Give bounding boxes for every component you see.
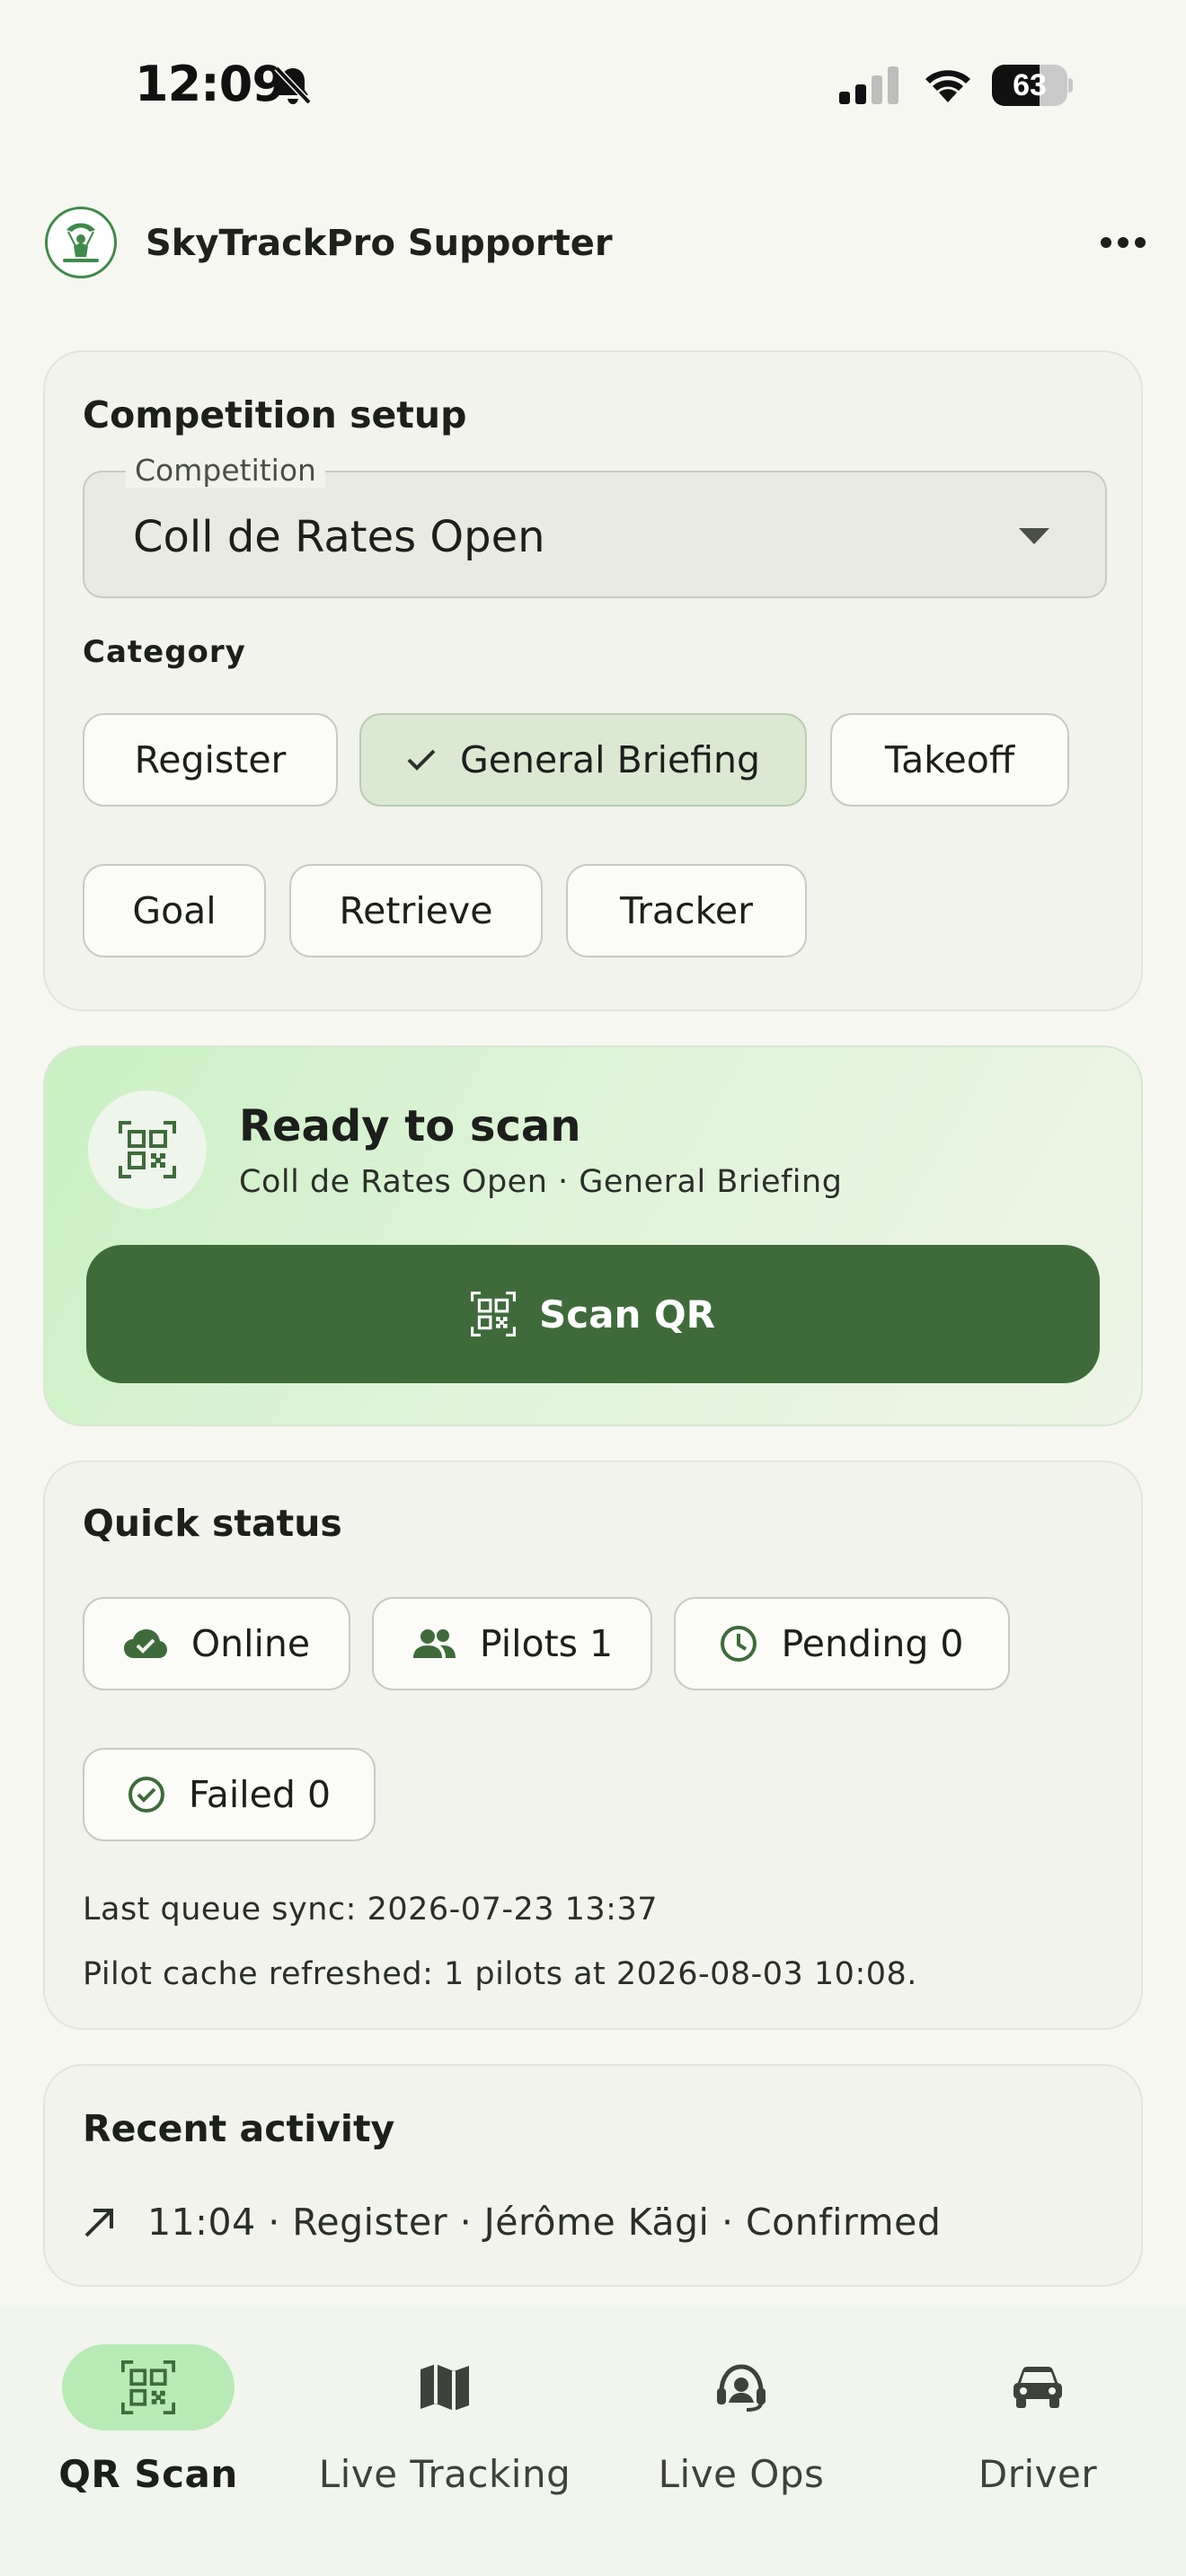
recent-activity-title: Recent activity bbox=[83, 2107, 395, 2150]
pilot-cache-refreshed: Pilot cache refreshed: 1 pilots at 2026-… bbox=[83, 1956, 917, 1992]
status-bar: 12:09 63 bbox=[0, 0, 1186, 171]
chip-label: Register bbox=[134, 738, 287, 781]
competition-selected-value: Coll de Rates Open bbox=[133, 512, 545, 562]
activity-text: 11:04 · Register · Jérôme Kägi · Confirm… bbox=[147, 2201, 942, 2244]
car-icon bbox=[1013, 2367, 1062, 2408]
category-chip-retrieve[interactable]: Retrieve bbox=[289, 864, 543, 957]
category-chip-takeoff[interactable]: Takeoff bbox=[830, 713, 1069, 807]
ready-to-scan-card: Ready to scan Coll de Rates Open · Gener… bbox=[43, 1045, 1143, 1426]
quick-status-title: Quick status bbox=[83, 1502, 342, 1545]
nav-label: Driver bbox=[978, 2452, 1098, 2496]
headset-icon bbox=[717, 2364, 766, 2412]
category-label: Category bbox=[83, 634, 246, 670]
competition-setup-title: Competition setup bbox=[83, 393, 467, 437]
app-title: SkyTrackPro Supporter bbox=[146, 223, 613, 264]
ready-subtitle: Coll de Rates Open · General Briefing bbox=[239, 1164, 843, 1200]
quick-status-card: Quick status Online Pilots 1 Pending 0 F… bbox=[43, 1460, 1143, 2030]
chip-label: General Briefing bbox=[459, 738, 761, 781]
status-chip-pending[interactable]: Pending 0 bbox=[674, 1597, 1010, 1690]
status-time: 12:09 bbox=[135, 56, 286, 112]
chip-label: Goal bbox=[132, 889, 217, 932]
nav-active-indicator bbox=[62, 2344, 235, 2430]
qr-code-icon bbox=[121, 2360, 175, 2414]
app-bar: SkyTrackPro Supporter bbox=[0, 198, 1186, 287]
scan-qr-label: Scan QR bbox=[538, 1292, 716, 1337]
chip-label: Online bbox=[190, 1622, 311, 1665]
chip-label: Failed 0 bbox=[188, 1773, 332, 1816]
cellular-signal-icon bbox=[839, 66, 902, 104]
bell-muted-icon bbox=[273, 65, 313, 106]
chip-label: Pilots 1 bbox=[479, 1622, 614, 1665]
dropdown-arrow-icon bbox=[1019, 528, 1049, 544]
nav-item-live-ops[interactable]: Live Ops bbox=[593, 2325, 890, 2522]
clock-icon bbox=[720, 1625, 757, 1663]
battery-icon: 63 bbox=[992, 65, 1073, 106]
category-chip-register[interactable]: Register bbox=[83, 713, 338, 807]
nav-label: Live Ops bbox=[658, 2452, 825, 2496]
ready-title: Ready to scan bbox=[239, 1101, 581, 1151]
nav-item-driver[interactable]: Driver bbox=[890, 2325, 1186, 2522]
bottom-navigation: QR Scan Live Tracking Live Ops Driver bbox=[0, 2307, 1186, 2576]
category-chip-tracker[interactable]: Tracker bbox=[566, 864, 807, 957]
competition-setup-card: Competition setup Competition Coll de Ra… bbox=[43, 350, 1143, 1011]
wifi-icon bbox=[920, 63, 976, 104]
category-chip-goal[interactable]: Goal bbox=[83, 864, 266, 957]
more-options-button[interactable] bbox=[1087, 217, 1159, 268]
group-icon bbox=[412, 1628, 456, 1660]
status-chip-failed[interactable]: Failed 0 bbox=[83, 1748, 376, 1841]
nav-label: Live Tracking bbox=[318, 2452, 571, 2496]
check-circle-icon bbox=[128, 1776, 165, 1813]
status-chip-online[interactable]: Online bbox=[83, 1597, 350, 1690]
battery-percent: 63 bbox=[1013, 68, 1047, 102]
recent-activity-card: Recent activity 11:04 · Register · Jérôm… bbox=[43, 2064, 1143, 2287]
qr-code-icon bbox=[119, 1121, 176, 1178]
activity-item[interactable]: 11:04 · Register · Jérôme Kägi · Confirm… bbox=[83, 2201, 941, 2244]
chip-label: Retrieve bbox=[339, 889, 493, 932]
scan-qr-button[interactable]: Scan QR bbox=[86, 1245, 1100, 1383]
check-icon bbox=[406, 748, 437, 772]
qr-scan-avatar bbox=[88, 1090, 207, 1209]
qr-code-icon bbox=[470, 1292, 516, 1337]
chip-label: Takeoff bbox=[884, 738, 1015, 781]
competition-select[interactable]: Competition Coll de Rates Open bbox=[83, 453, 1107, 598]
nav-label: QR Scan bbox=[58, 2452, 238, 2496]
category-chip-general-briefing[interactable]: General Briefing bbox=[359, 713, 807, 807]
last-queue-sync: Last queue sync: 2026-07-23 13:37 bbox=[83, 1892, 658, 1928]
status-chip-pilots[interactable]: Pilots 1 bbox=[372, 1597, 652, 1690]
map-icon bbox=[420, 2364, 469, 2411]
chip-label: Pending 0 bbox=[781, 1622, 964, 1665]
cloud-done-icon bbox=[123, 1628, 168, 1660]
more-horizontal-icon bbox=[1101, 237, 1146, 248]
competition-field-label: Competition bbox=[126, 453, 325, 488]
paraglider-logo-icon bbox=[45, 207, 117, 278]
arrow-up-right-icon bbox=[83, 2205, 117, 2239]
nav-item-qr-scan[interactable]: QR Scan bbox=[0, 2325, 296, 2522]
chip-label: Tracker bbox=[620, 889, 753, 932]
nav-item-live-tracking[interactable]: Live Tracking bbox=[296, 2325, 593, 2522]
